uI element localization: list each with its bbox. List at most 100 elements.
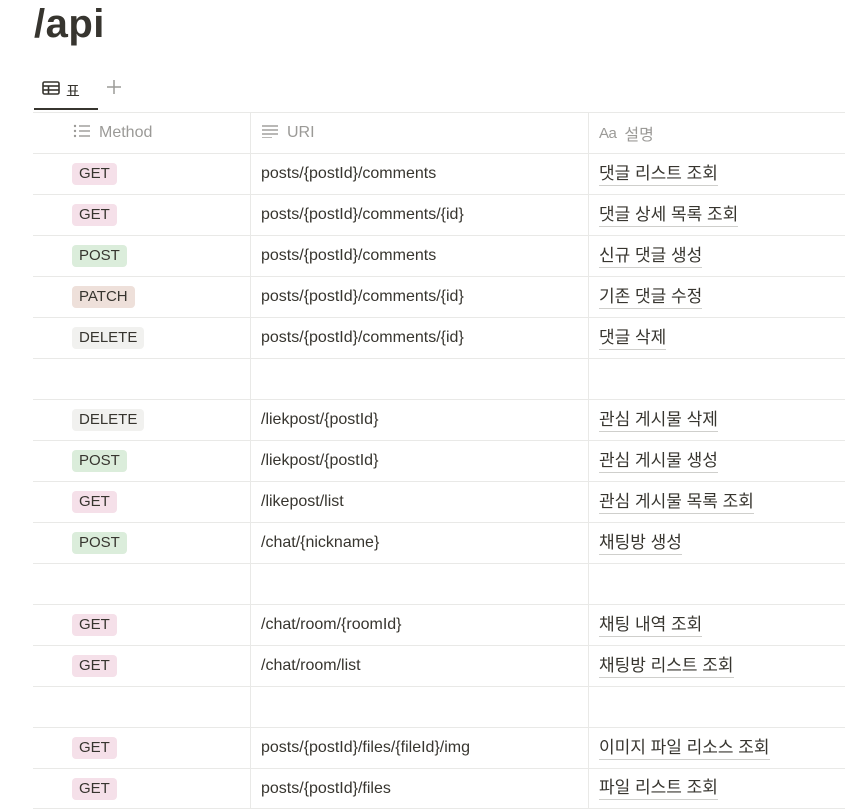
uri-cell[interactable]: /likepost/list — [250, 482, 588, 522]
page-title: /api — [34, 2, 105, 46]
method-cell[interactable]: GET — [33, 482, 250, 522]
description-cell[interactable]: 댓글 삭제 — [588, 318, 845, 358]
table-row[interactable]: POST/chat/{nickname} 채팅방 생성 — [33, 522, 845, 563]
table-row[interactable]: GET/chat/room/list 채팅방 리스트 조회 — [33, 645, 845, 686]
method-badge: PATCH — [72, 286, 135, 308]
page-title-link[interactable]: 채팅방 생성 — [599, 532, 682, 555]
method-cell[interactable]: POST — [33, 441, 250, 481]
description-cell[interactable]: 관심 게시물 삭제 — [588, 400, 845, 440]
uri-cell[interactable]: posts/{postId}/files — [250, 769, 588, 808]
uri-cell[interactable]: posts/{postId}/comments — [250, 154, 588, 194]
description-cell[interactable] — [588, 359, 845, 399]
description-cell[interactable]: 관심 게시물 생성 — [588, 441, 845, 481]
page-title-link[interactable]: 관심 게시물 생성 — [599, 450, 718, 473]
uri-cell[interactable]: posts/{postId}/comments/{id} — [250, 318, 588, 358]
column-header-description[interactable]: Aa 설명 — [588, 113, 845, 153]
page-title-link[interactable]: 관심 게시물 목록 조회 — [599, 491, 754, 514]
method-cell[interactable]: POST — [33, 523, 250, 563]
table-row[interactable]: GET posts/{postId}/files/{fileId}/img 이미지 … — [33, 727, 845, 768]
uri-cell[interactable]: /liekpost/{postId} — [250, 441, 588, 481]
uri-cell[interactable]: /chat/room/list — [250, 646, 588, 686]
table-row[interactable]: POST/liekpost/{postId} 관심 게시물 생성 — [33, 440, 845, 481]
description-cell[interactable] — [588, 564, 845, 604]
method-cell[interactable]: DELETE — [33, 318, 250, 358]
column-header-label: 설명 — [624, 127, 654, 144]
table-row[interactable]: DELETE/liekpost/{postId} 관심 게시물 삭제 — [33, 399, 845, 440]
description-cell[interactable]: 채팅 내역 조회 — [588, 605, 845, 645]
uri-cell[interactable]: posts/{postId}/comments/{id} — [250, 277, 588, 317]
table-row[interactable]: GET posts/{postId}/files 파일 리스트 조회 — [33, 768, 845, 809]
table-row[interactable] — [33, 358, 845, 399]
table-row[interactable]: DELETE posts/{postId}/comments/{id} 댓글 삭제 — [33, 317, 845, 358]
page-title-link[interactable]: 댓글 상세 목록 조회 — [599, 204, 739, 227]
uri-text: posts/{postId}/files/{fileId}/img — [261, 739, 471, 756]
description-cell[interactable]: 기존 댓글 수정 — [588, 277, 845, 317]
method-cell[interactable]: PATCH — [33, 277, 250, 317]
method-cell[interactable] — [33, 687, 250, 727]
page-title-link[interactable]: 기존 댓글 수정 — [599, 286, 703, 309]
description-cell[interactable]: 채팅방 리스트 조회 — [588, 646, 845, 686]
page-title-link[interactable]: 관심 게시물 삭제 — [599, 409, 718, 432]
uri-text: posts/{postId}/comments/{id} — [261, 329, 464, 346]
uri-text: /likepost/list — [261, 493, 344, 510]
table-row[interactable]: GET/likepost/list 관심 게시물 목록 조회 — [33, 481, 845, 522]
description-cell[interactable]: 채팅방 생성 — [588, 523, 845, 563]
method-cell[interactable]: POST — [33, 236, 250, 276]
column-header-uri[interactable]: URI — [250, 113, 588, 153]
table-row[interactable]: GET posts/{postId}/comments/{id} 댓글 상세 목록 … — [33, 194, 845, 235]
page-title-link[interactable]: 신규 댓글 생성 — [599, 245, 703, 268]
page-title-link[interactable]: 채팅방 리스트 조회 — [599, 655, 734, 678]
table-header: Method URI Aa 설명 — [33, 112, 845, 153]
page-title-link[interactable]: 댓글 삭제 — [599, 327, 667, 350]
description-cell[interactable] — [588, 687, 845, 727]
uri-cell[interactable] — [250, 687, 588, 727]
description-cell[interactable]: 파일 리스트 조회 — [588, 769, 845, 808]
description-cell[interactable]: 이미지 파일 리소스 조회 — [588, 728, 845, 768]
page-title-link[interactable]: 이미지 파일 리소스 조회 — [599, 737, 770, 760]
uri-text: posts/{postId}/comments/{id} — [261, 288, 464, 305]
table-row[interactable] — [33, 563, 845, 604]
uri-cell[interactable]: /chat/{nickname} — [250, 523, 588, 563]
method-cell[interactable]: GET — [33, 605, 250, 645]
page-title-link[interactable]: 채팅 내역 조회 — [599, 614, 703, 637]
method-cell[interactable]: GET — [33, 769, 250, 808]
method-badge: POST — [72, 532, 127, 554]
list-icon — [73, 124, 91, 143]
uri-cell[interactable]: posts/{postId}/comments/{id} — [250, 195, 588, 235]
page-title-link[interactable]: 댓글 리스트 조회 — [599, 163, 718, 186]
text-lines-icon — [261, 124, 279, 143]
method-cell[interactable]: DELETE — [33, 400, 250, 440]
method-cell[interactable] — [33, 564, 250, 604]
description-cell[interactable]: 관심 게시물 목록 조회 — [588, 482, 845, 522]
page-title-link[interactable]: 파일 리스트 조회 — [599, 777, 718, 800]
method-cell[interactable]: GET — [33, 728, 250, 768]
uri-cell[interactable]: posts/{postId}/comments — [250, 236, 588, 276]
method-badge: GET — [72, 204, 117, 226]
method-cell[interactable] — [33, 359, 250, 399]
uri-text: posts/{postId}/comments/{id} — [261, 206, 464, 223]
description-cell[interactable]: 댓글 상세 목록 조회 — [588, 195, 845, 235]
table-row[interactable]: PATCH posts/{postId}/comments/{id} 기존 댓글 수… — [33, 276, 845, 317]
method-badge: POST — [72, 245, 127, 267]
tab-table-view[interactable]: 표 — [34, 72, 98, 110]
method-badge: GET — [72, 737, 117, 759]
uri-text: posts/{postId}/files — [261, 779, 391, 797]
method-cell[interactable]: GET — [33, 154, 250, 194]
table-row[interactable]: POST posts/{postId}/comments 신규 댓글 생성 — [33, 235, 845, 276]
table-row[interactable]: GET posts/{postId}/comments 댓글 리스트 조회 — [33, 153, 845, 194]
description-cell[interactable]: 신규 댓글 생성 — [588, 236, 845, 276]
uri-cell[interactable]: /chat/room/{roomId} — [250, 605, 588, 645]
uri-cell[interactable]: posts/{postId}/files/{fileId}/img — [250, 728, 588, 768]
add-view-icon[interactable] — [104, 77, 124, 102]
uri-cell[interactable]: /liekpost/{postId} — [250, 400, 588, 440]
column-header-method[interactable]: Method — [33, 113, 250, 153]
view-tabs: 표 — [34, 72, 845, 110]
method-cell[interactable]: GET — [33, 195, 250, 235]
table-row[interactable]: GET/chat/room/{roomId} 채팅 내역 조회 — [33, 604, 845, 645]
description-cell[interactable]: 댓글 리스트 조회 — [588, 154, 845, 194]
method-cell[interactable]: GET — [33, 646, 250, 686]
uri-cell[interactable] — [250, 359, 588, 399]
table-row[interactable] — [33, 686, 845, 727]
database-table: Method URI Aa 설명 GET posts/{postId}/comme… — [33, 112, 845, 809]
uri-cell[interactable] — [250, 564, 588, 604]
